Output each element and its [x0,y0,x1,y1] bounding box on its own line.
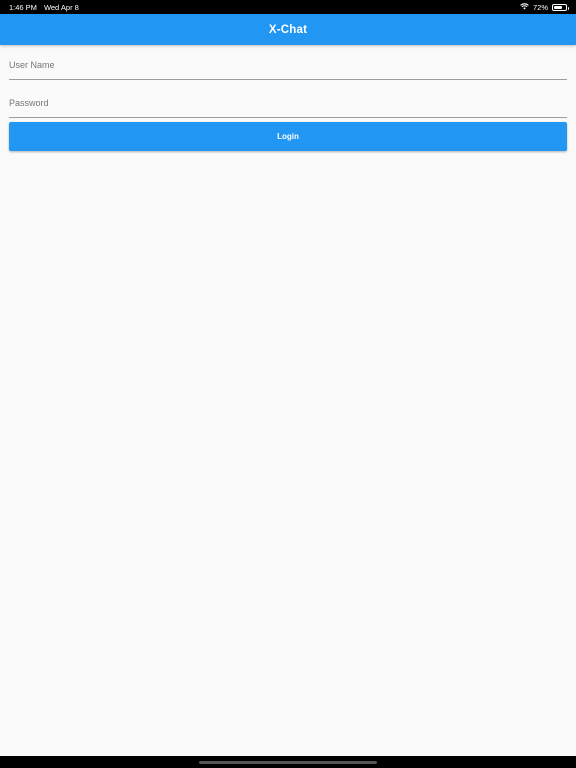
app-bar: X-Chat [0,14,576,45]
battery-level [554,5,562,9]
status-date: Wed Apr 8 [43,2,79,12]
password-field[interactable] [9,88,567,118]
battery-icon [552,3,569,11]
status-left: 1:46 PM Wed Apr 8 [9,3,79,12]
username-input[interactable] [9,50,567,79]
username-field[interactable] [9,50,567,80]
battery-percent: 72% [532,2,548,12]
login-button[interactable]: Login [9,122,567,151]
password-input[interactable] [9,88,567,117]
app-title: X-Chat [268,23,308,36]
wifi-icon [520,2,529,12]
status-time: 1:46 PM [9,2,37,12]
status-bar: 1:46 PM Wed Apr 8 72% [0,0,576,14]
home-indicator[interactable] [199,760,377,764]
status-right: 72% [520,2,569,12]
home-bar [0,756,576,768]
